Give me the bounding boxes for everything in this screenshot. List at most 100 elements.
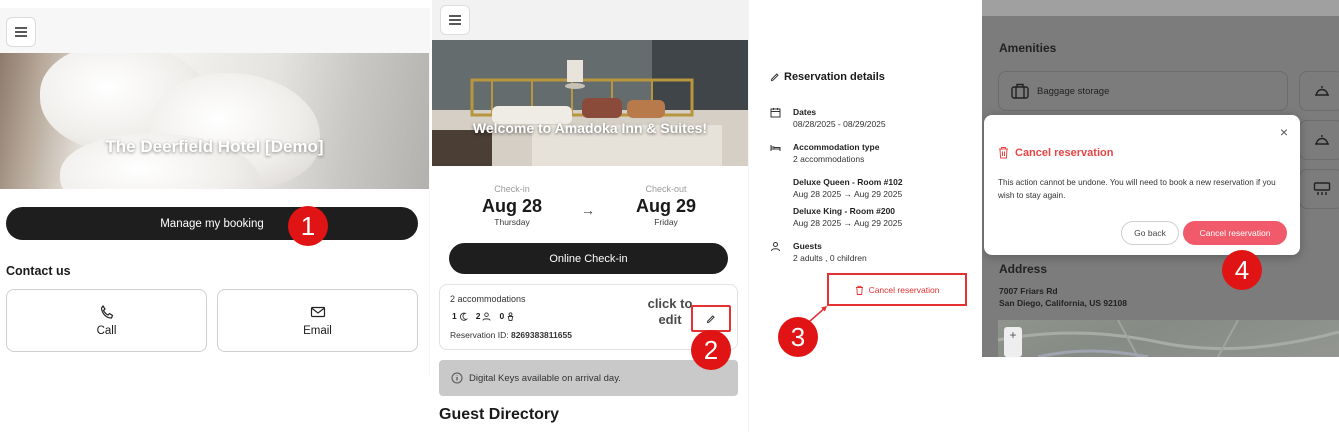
call-button[interactable]: Call bbox=[6, 289, 207, 352]
address-line1: 7007 Friars Rd bbox=[999, 286, 1058, 296]
email-label: Email bbox=[303, 324, 332, 337]
pencil-icon bbox=[706, 314, 715, 323]
call-label: Call bbox=[96, 324, 117, 337]
accommodation-value: 2 accommodations bbox=[793, 154, 865, 164]
menu-button[interactable] bbox=[440, 5, 470, 35]
service-bell-icon bbox=[1314, 86, 1329, 96]
amenity-label: Baggage storage bbox=[1037, 85, 1110, 97]
hotel-home-panel: The Deerfield Hotel [Demo] Manage my boo… bbox=[0, 8, 430, 376]
room-from: Aug 28 2025 bbox=[793, 218, 842, 228]
zoom-in-button[interactable]: + bbox=[1009, 328, 1016, 342]
person-icon bbox=[482, 311, 492, 321]
welcome-title: Welcome to Amadoka Inn & Suites! bbox=[472, 120, 708, 136]
email-button[interactable]: Email bbox=[217, 289, 418, 352]
hotel-hero-image: The Deerfield Hotel [Demo] bbox=[0, 53, 429, 189]
location-map[interactable]: + bbox=[998, 320, 1339, 357]
amenity-item[interactable] bbox=[1299, 120, 1339, 160]
address-heading: Address bbox=[999, 262, 1048, 276]
reservation-details-panel: Reservation details Dates 08/28/2025 - 0… bbox=[760, 60, 980, 320]
amenity-item[interactable] bbox=[1299, 169, 1339, 209]
dates-heading: Dates bbox=[793, 107, 817, 117]
map-streets bbox=[998, 320, 1339, 357]
guest-directory-heading: Guest Directory bbox=[439, 406, 560, 423]
stay-summary: Check-in Aug 28 Thursday → Check-out Aug… bbox=[432, 166, 748, 432]
trash-icon bbox=[999, 147, 1008, 159]
checkin-block: Check-in Aug 28 Thursday bbox=[457, 184, 567, 227]
hamburger-icon bbox=[15, 27, 27, 37]
step-callout-1: 1 bbox=[288, 206, 328, 246]
luggage-icon bbox=[1011, 83, 1029, 99]
checkout-date: Aug 29 bbox=[635, 196, 696, 216]
accommodation-heading: Accommodation type bbox=[793, 142, 880, 152]
reservation-id-value: 8269383811655 bbox=[510, 330, 572, 340]
dates-value: 08/28/2025 - 08/29/2025 bbox=[793, 119, 886, 129]
manage-booking-button[interactable]: Manage my booking bbox=[6, 207, 418, 240]
reservation-id-label: Reservation ID: bbox=[450, 330, 509, 340]
step-callout-3: 3 bbox=[778, 317, 818, 357]
go-back-button[interactable]: Go back bbox=[1121, 221, 1179, 245]
guests-value: 2 adults , 0 children bbox=[793, 253, 867, 263]
nights-count: 1 bbox=[450, 310, 470, 322]
checkout-label: Check-out bbox=[645, 184, 687, 194]
step-callout-2: 2 bbox=[691, 330, 731, 370]
checkout-day: Friday bbox=[654, 217, 678, 227]
close-icon[interactable]: × bbox=[1280, 124, 1288, 140]
digital-keys-notice: Digital Keys available on arrival day. bbox=[439, 360, 738, 396]
room-to: Aug 29 2025 bbox=[854, 189, 903, 199]
bedroom-illustration bbox=[432, 40, 748, 166]
room-arrow: → bbox=[843, 189, 853, 199]
contact-heading: Contact us bbox=[6, 264, 71, 278]
cancel-reservation-link[interactable]: Cancel reservation bbox=[827, 273, 967, 306]
service-bell-icon bbox=[1314, 135, 1329, 145]
children-count: 0 bbox=[497, 310, 517, 322]
calendar-icon bbox=[770, 108, 781, 118]
online-checkin-button[interactable]: Online Check-in bbox=[449, 243, 728, 274]
menu-button[interactable] bbox=[6, 17, 36, 47]
phone-icon bbox=[100, 304, 113, 319]
person-icon bbox=[771, 242, 780, 252]
digital-keys-text: Digital Keys available on arrival day. bbox=[469, 372, 621, 384]
cancel-reservation-label: Cancel reservation bbox=[868, 284, 940, 295]
room-to: Aug 29 2025 bbox=[854, 218, 903, 228]
room-name: Deluxe Queen - Room #102 bbox=[793, 177, 903, 187]
reservation-details-title: Reservation details bbox=[770, 71, 885, 83]
adults-count: 2 bbox=[474, 310, 494, 322]
inn-hero-image: Welcome to Amadoka Inn & Suites! bbox=[432, 40, 748, 166]
room-from: Aug 28 2025 bbox=[793, 189, 842, 199]
amenity-item[interactable] bbox=[1299, 71, 1339, 111]
hotel-title: The Deerfield Hotel [Demo] bbox=[105, 137, 324, 156]
bed-icon bbox=[770, 145, 781, 151]
moon-icon bbox=[459, 312, 468, 321]
child-icon bbox=[507, 311, 514, 321]
confirm-cancel-button[interactable]: Cancel reservation bbox=[1183, 221, 1287, 245]
modal-message: This action cannot be undone. You will n… bbox=[998, 178, 1276, 200]
edit-reservation-button[interactable] bbox=[691, 305, 731, 332]
accommodation-count: 2 accommodations bbox=[450, 294, 526, 304]
checkin-day: Thursday bbox=[494, 217, 530, 227]
amenities-heading: Amenities bbox=[999, 41, 1057, 55]
map-zoom-control[interactable]: + bbox=[1004, 327, 1022, 357]
hamburger-icon bbox=[449, 15, 461, 25]
modal-title-text: Cancel reservation bbox=[1015, 146, 1114, 159]
checkin-date: Aug 28 bbox=[481, 196, 542, 216]
air-conditioner-icon bbox=[1313, 182, 1330, 195]
guests-heading: Guests bbox=[793, 241, 822, 251]
amenity-item[interactable]: Baggage storage bbox=[998, 71, 1288, 111]
address-line2: San Diego, California, US 92108 bbox=[999, 298, 1128, 308]
room-name: Deluxe King - Room #200 bbox=[793, 206, 896, 216]
cancel-modal-panel: Amenities Baggage storage Address 7007 F… bbox=[982, 0, 1339, 357]
pencil-icon bbox=[770, 73, 779, 82]
info-icon bbox=[451, 372, 463, 384]
nights-value: 1 bbox=[452, 311, 457, 321]
room-item: Deluxe Queen - Room #102 Aug 28 2025 → A… bbox=[793, 177, 903, 199]
trash-icon bbox=[855, 285, 863, 295]
pointer-arrow bbox=[809, 306, 827, 322]
reservation-details-label: Reservation details bbox=[784, 71, 885, 83]
adults-value: 2 bbox=[475, 311, 481, 321]
address-text: 7007 Friars Rd San Diego, California, US… bbox=[999, 285, 1127, 309]
children-value: 0 bbox=[499, 311, 505, 321]
cancel-reservation-modal: × Cancel reservation This action cannot … bbox=[984, 115, 1300, 255]
date-arrow: → bbox=[581, 202, 595, 218]
room-arrow: → bbox=[843, 218, 853, 228]
checkin-label: Check-in bbox=[494, 184, 530, 194]
